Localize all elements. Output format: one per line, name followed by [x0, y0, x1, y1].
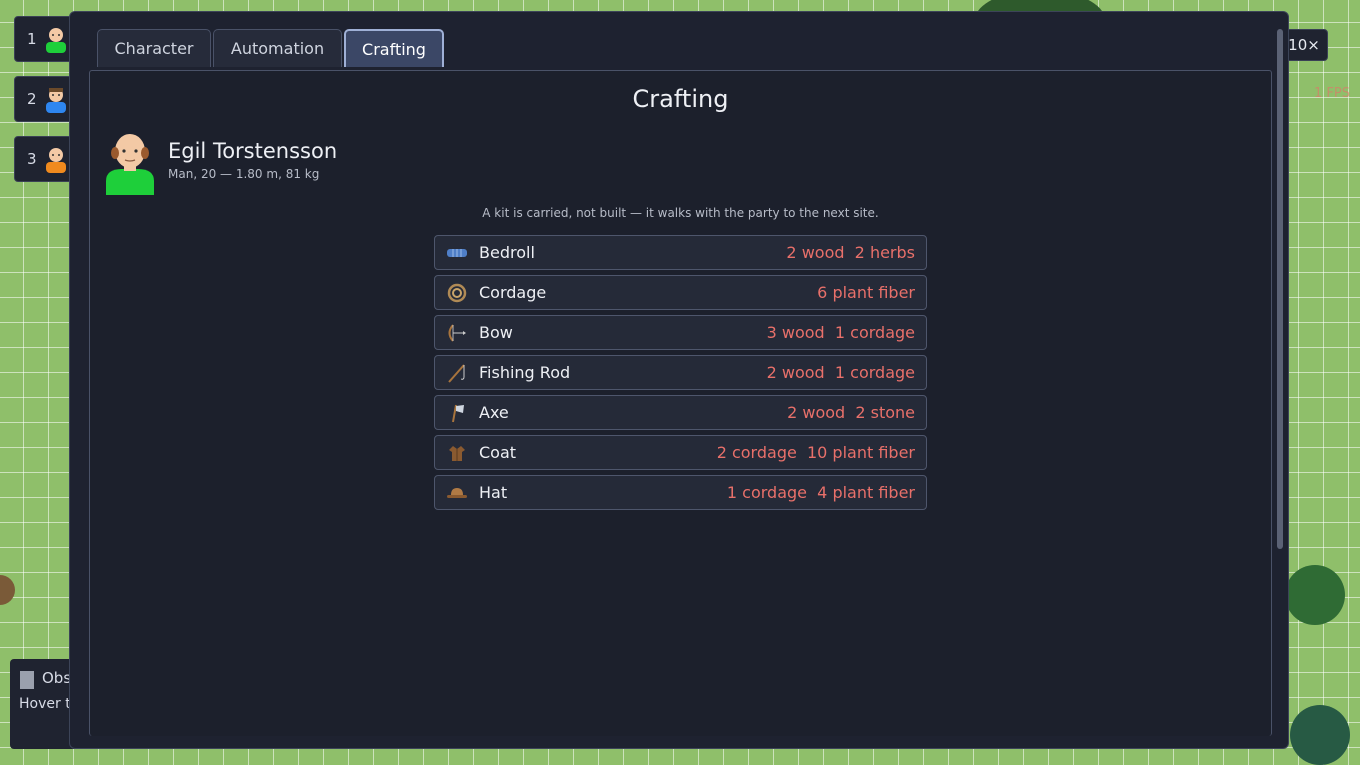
fps-counter: 1 FPS [1314, 86, 1350, 101]
colonist-avatar [43, 145, 69, 173]
recipe-name: Hat [479, 483, 508, 502]
recipe-cost: 1 cordage 4 plant fiber [726, 483, 915, 502]
tab-crafting[interactable]: Crafting [344, 29, 444, 67]
recipe-cost: 2 wood 1 cordage [766, 363, 915, 382]
character-portrait [104, 133, 156, 195]
tree [1290, 705, 1350, 765]
observe-checkbox[interactable] [20, 671, 34, 689]
recipe-name: Coat [479, 443, 517, 462]
recipe-cost: 3 wood 1 cordage [766, 323, 915, 342]
recipe-name: Cordage [479, 283, 547, 302]
scrollbar[interactable] [1277, 29, 1283, 549]
panel-title: Crafting [632, 85, 729, 113]
observation-hint: Hover t [19, 696, 71, 712]
tab-label: Automation [230, 39, 325, 58]
bedroll-icon [445, 243, 469, 263]
recipe-cost: 2 wood 2 herbs [786, 243, 915, 262]
fishing-rod-icon [445, 363, 469, 383]
coat-icon [445, 443, 469, 463]
party-slot-number: 2 [27, 90, 37, 108]
crafting-panel: Crafting Egil Torstensson Man, 20 — 1.80… [89, 70, 1272, 736]
recipe-name: Bow [479, 323, 513, 342]
recipe-axe[interactable]: Axe 2 wood 2 stone [434, 395, 927, 430]
recipe-list: Bedroll 2 wood 2 herbs Cordage 6 plant f… [434, 235, 927, 515]
bow-icon [445, 323, 469, 343]
hat-icon [445, 483, 469, 503]
rope-coil-icon [445, 283, 469, 303]
recipe-coat[interactable]: Coat 2 cordage 10 plant fiber [434, 435, 927, 470]
recipe-cost: 6 plant fiber [817, 283, 915, 302]
party-slot-number: 3 [27, 150, 37, 168]
observation-title: Obs [42, 669, 72, 687]
tab-label: Character [114, 39, 194, 58]
colonist-avatar [43, 85, 69, 113]
colonist-avatar [43, 25, 69, 53]
axe-icon [445, 403, 469, 423]
recipe-cost: 2 cordage 10 plant fiber [716, 443, 915, 462]
recipe-cordage[interactable]: Cordage 6 plant fiber [434, 275, 927, 310]
recipe-fishing-rod[interactable]: Fishing Rod 2 wood 1 cordage [434, 355, 927, 390]
tab-character[interactable]: Character [97, 29, 211, 67]
character-dialog: Character Automation Crafting Crafting E… [69, 11, 1289, 749]
party-slot-number: 1 [27, 30, 37, 48]
recipe-bedroll[interactable]: Bedroll 2 wood 2 herbs [434, 235, 927, 270]
recipe-cost: 2 wood 2 stone [787, 403, 915, 422]
recipe-name: Bedroll [479, 243, 535, 262]
recipe-bow[interactable]: Bow 3 wood 1 cordage [434, 315, 927, 350]
tree [1285, 565, 1345, 625]
character-name: Egil Torstensson [168, 139, 338, 163]
tab-automation[interactable]: Automation [213, 29, 342, 67]
recipe-name: Axe [479, 403, 509, 422]
kit-note: A kit is carried, not built — it walks w… [482, 206, 879, 220]
recipe-hat[interactable]: Hat 1 cordage 4 plant fiber [434, 475, 927, 510]
tab-label: Crafting [362, 39, 426, 59]
character-details: Man, 20 — 1.80 m, 81 kg [168, 167, 320, 181]
recipe-name: Fishing Rod [479, 363, 571, 382]
